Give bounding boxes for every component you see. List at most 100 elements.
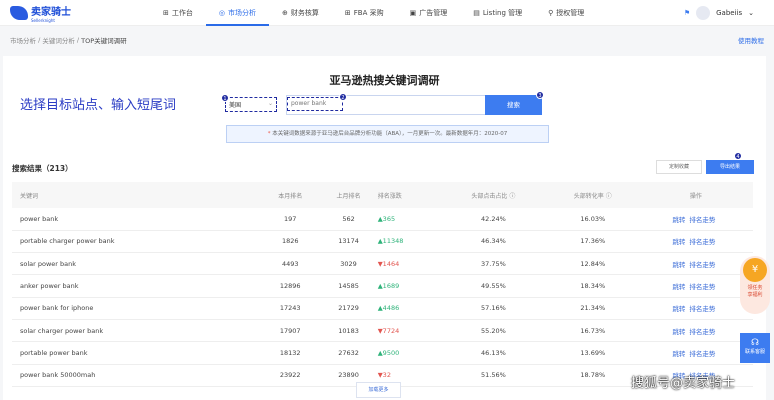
- table-cell: power bank: [12, 208, 261, 230]
- breadcrumb-item[interactable]: 关键词分析: [42, 35, 75, 45]
- dashboard-icon: ⊞: [163, 9, 169, 17]
- nav-item[interactable]: ▤Listing 管理: [460, 0, 535, 26]
- help-link[interactable]: 使用教程: [738, 35, 764, 45]
- keyword-input[interactable]: power bank: [287, 97, 343, 111]
- load-more-button[interactable]: 加载更多: [356, 382, 401, 398]
- rank-trend-link[interactable]: 排名走势: [689, 283, 715, 291]
- breadcrumb-current: TOP关键词调研: [81, 35, 127, 45]
- table-cell: ▼1464: [378, 253, 440, 275]
- brand-sub: Sellerknight: [31, 18, 71, 23]
- rank-trend-link[interactable]: 排名走势: [689, 261, 715, 269]
- table-cell: 18.78%: [547, 364, 639, 386]
- finance-icon: ⊕: [282, 9, 288, 17]
- nav-item[interactable]: ⊕财务核算: [269, 0, 332, 26]
- table-cell: solar charger power bank: [12, 319, 261, 341]
- pin-icon[interactable]: ⚑: [684, 9, 690, 17]
- table-cell: 14585: [319, 275, 377, 297]
- customer-service-button[interactable]: ☊联系客服: [740, 333, 770, 363]
- table-row: anker power bank1289614585▲168949.55%18.…: [12, 275, 753, 297]
- breadcrumb-item[interactable]: 市场分析: [10, 35, 36, 45]
- nav-label: 财务核算: [291, 9, 319, 17]
- market-icon: ◎: [219, 9, 225, 17]
- table-cell: 18132: [261, 342, 319, 364]
- table-cell: power bank for iphone: [12, 297, 261, 319]
- search-button[interactable]: 搜索: [485, 95, 542, 115]
- nav-label: 授权管理: [556, 9, 584, 17]
- table-cell: portable power bank: [12, 342, 261, 364]
- main-nav: ⊞工作台◎市场分析⊕财务核算⊞FBA 采购▣广告管理▤Listing 管理⚲授权…: [150, 0, 684, 26]
- task-sub: 享福利: [740, 291, 770, 298]
- table-cell: solar power bank: [12, 253, 261, 275]
- rank-trend-link[interactable]: 排名走势: [689, 238, 715, 246]
- table-cell: ▲1689: [378, 275, 440, 297]
- table-cell: 55.20%: [440, 319, 547, 341]
- table-cell: 49.55%: [440, 275, 547, 297]
- step-badge: 3: [536, 91, 544, 99]
- table-cell: 21729: [319, 297, 377, 319]
- data-notice: * 本关键词数据来源于亚马逊后台品牌分析功能（ABA），一月更新一次。最新数据年…: [226, 125, 549, 143]
- nav-item[interactable]: ⚲授权管理: [535, 0, 597, 26]
- table-cell: 21.34%: [547, 297, 639, 319]
- rank-trend-link[interactable]: 排名走势: [689, 328, 715, 336]
- cs-label: 联系客服: [740, 348, 770, 355]
- headset-icon: ☊: [740, 338, 770, 348]
- table-cell: anker power bank: [12, 275, 261, 297]
- column-header: 头部转化率 ⓘ: [547, 182, 639, 208]
- site-select[interactable]: 美国 ⌄: [225, 97, 277, 112]
- actions-cell: 跳转排名走势: [639, 230, 753, 252]
- nav-item[interactable]: ◎市场分析: [206, 0, 269, 26]
- collect-button[interactable]: 定制收藏: [656, 160, 702, 174]
- annotation-hint: 选择目标站点、输入短尾词: [20, 94, 176, 113]
- auth-icon: ⚲: [548, 9, 553, 17]
- task-label: 领任务: [740, 284, 770, 291]
- breadcrumb: 市场分析 / 关键词分析 / TOP关键词调研 使用教程: [0, 26, 774, 54]
- rank-trend-link[interactable]: 排名走势: [689, 350, 715, 358]
- jump-link[interactable]: 跳转: [672, 328, 685, 336]
- table-cell: 13.69%: [547, 342, 639, 364]
- jump-link[interactable]: 跳转: [672, 283, 685, 291]
- avatar: [696, 6, 710, 20]
- table-cell: 1826: [261, 230, 319, 252]
- table-cell: 16.03%: [547, 208, 639, 230]
- table-row: solar charger power bank1790710183▼77245…: [12, 319, 753, 341]
- chevron-down-icon: ⌄: [268, 100, 273, 107]
- jump-link[interactable]: 跳转: [672, 350, 685, 358]
- nav-item[interactable]: ⊞FBA 采购: [332, 0, 397, 26]
- ads-icon: ▣: [410, 9, 417, 17]
- brand-name: 卖家骑士: [31, 7, 71, 18]
- nav-item[interactable]: ⊞工作台: [150, 0, 206, 26]
- nav-label: 广告管理: [419, 9, 447, 17]
- table-cell: 46.13%: [440, 342, 547, 364]
- table-cell: 16.73%: [547, 319, 639, 341]
- table-cell: 37.75%: [440, 253, 547, 275]
- task-float[interactable]: ¥领任务享福利: [740, 256, 770, 314]
- table-cell: power bank 50000mah: [12, 364, 261, 386]
- step-badge: 2: [339, 93, 347, 101]
- step-badge: 4: [734, 152, 742, 160]
- table-cell: 13174: [319, 230, 377, 252]
- jump-link[interactable]: 跳转: [672, 305, 685, 313]
- rank-trend-link[interactable]: 排名走势: [689, 305, 715, 313]
- rank-trend-link[interactable]: 排名走势: [689, 216, 715, 224]
- table-cell: 17907: [261, 319, 319, 341]
- jump-link[interactable]: 跳转: [672, 261, 685, 269]
- user-menu[interactable]: ⚑Gabeiis⌄: [684, 6, 754, 20]
- table-row: solar power bank44933029▼146437.75%12.84…: [12, 253, 753, 275]
- export-button[interactable]: 导出结果: [706, 160, 754, 174]
- jump-link[interactable]: 跳转: [672, 216, 685, 224]
- fba-icon: ⊞: [345, 9, 351, 17]
- keyword-table: 关键词本月排名上月排名排名涨跌头部点击占比 ⓘ头部转化率 ⓘ操作power ba…: [12, 182, 753, 387]
- table-cell: 12896: [261, 275, 319, 297]
- actions-cell: 跳转排名走势: [639, 342, 753, 364]
- site-value: 美国: [229, 102, 241, 109]
- actions-cell: 跳转排名走势: [639, 319, 753, 341]
- nav-label: FBA 采购: [354, 9, 384, 17]
- jump-link[interactable]: 跳转: [672, 238, 685, 246]
- nav-item[interactable]: ▣广告管理: [397, 0, 461, 26]
- table-cell: 10183: [319, 319, 377, 341]
- top-nav-bar: 卖家骑士Sellerknight ⊞工作台◎市场分析⊕财务核算⊞FBA 采购▣广…: [0, 0, 774, 26]
- logo[interactable]: 卖家骑士Sellerknight: [10, 3, 150, 23]
- user-name: Gabeiis: [716, 9, 742, 17]
- column-header: 排名涨跌: [378, 182, 440, 208]
- watermark: 搜狐号@卖家骑士: [631, 372, 735, 391]
